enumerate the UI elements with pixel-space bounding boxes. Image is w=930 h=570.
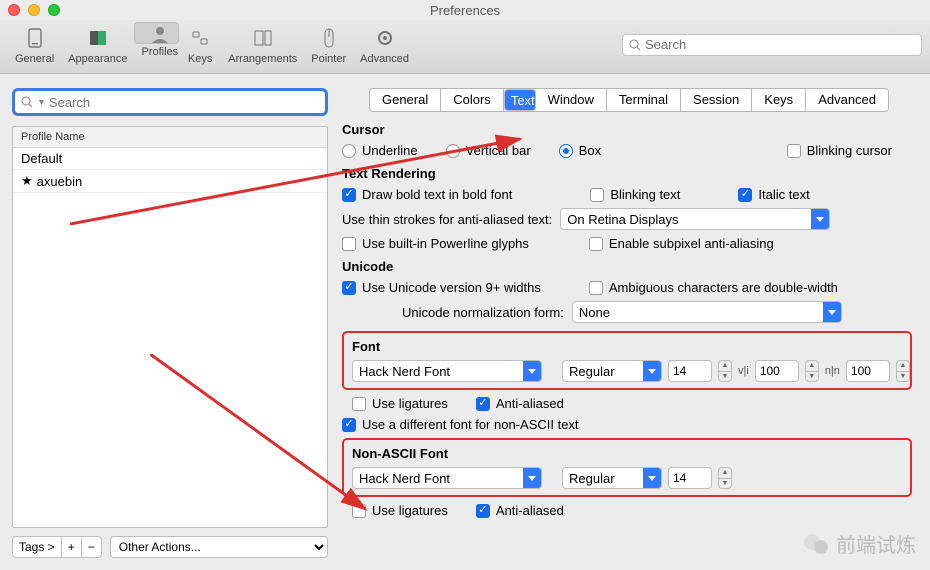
nonascii-size-stepper[interactable]: ▲▼ [718, 467, 732, 489]
toolbar: General Appearance Profiles Keys Arrange… [0, 20, 930, 74]
different-font-check[interactable]: Use a different font for non-ASCII text [342, 417, 579, 432]
toolbar-search-input[interactable] [645, 37, 915, 52]
profile-search-input[interactable] [49, 95, 319, 110]
bold-font-check[interactable]: Draw bold text in bold font [342, 187, 512, 202]
nonascii-highlight-box: Non-ASCII Font Hack Nerd Font Regular ▲▼ [342, 438, 912, 497]
italic-text-check[interactable]: Italic text [738, 187, 809, 202]
nonascii-size-input[interactable] [668, 467, 712, 489]
ligatures-check[interactable]: Use ligatures [352, 396, 448, 411]
font-vspace-input[interactable] [755, 360, 799, 382]
subpixel-check[interactable]: Enable subpixel anti-aliasing [589, 236, 774, 251]
blinking-text-check[interactable]: Blinking text [590, 187, 680, 202]
tb-arrangements[interactable]: Arrangements [221, 22, 304, 67]
search-icon [21, 96, 33, 108]
font-hspace-input[interactable] [846, 360, 890, 382]
tb-advanced[interactable]: Advanced [353, 22, 416, 67]
unicode-title: Unicode [342, 259, 912, 274]
toolbar-items: General Appearance Profiles Keys Arrange… [8, 22, 416, 67]
font-family-select[interactable]: Hack Nerd Font [352, 360, 542, 382]
preferences-window: Preferences General Appearance Profiles … [0, 0, 930, 570]
cursor-section: Cursor Underline Vertical bar Box Blinki… [342, 122, 912, 158]
toolbar-search[interactable] [622, 34, 922, 56]
cursor-box-radio[interactable]: Box [559, 143, 601, 158]
sidebar: ▼ Profile Name Default ★axuebin Tags > +… [12, 88, 328, 558]
profile-list: Profile Name Default ★axuebin [12, 126, 328, 528]
unicode-widths-check[interactable]: Use Unicode version 9+ widths [342, 280, 541, 295]
add-profile-button[interactable]: + [62, 536, 82, 558]
profile-list-header: Profile Name [13, 127, 327, 148]
tab-window[interactable]: Window [536, 89, 607, 111]
tab-terminal[interactable]: Terminal [607, 89, 681, 111]
main-panel: General Colors Text Window Terminal Sess… [340, 88, 918, 558]
watermark: 前端试炼 [802, 529, 916, 558]
tab-general[interactable]: General [370, 89, 441, 111]
chevron-down-icon [523, 468, 541, 488]
titlebar: Preferences [0, 0, 930, 20]
text-rendering-title: Text Rendering [342, 166, 912, 181]
sidebar-footer: Tags > + − Other Actions... [12, 536, 328, 558]
chevron-down-icon [823, 302, 841, 322]
powerline-check[interactable]: Use built-in Powerline glyphs [342, 236, 529, 251]
chevron-down-icon [643, 468, 661, 488]
tb-profiles[interactable]: Profiles [134, 22, 179, 44]
chevron-down-icon [811, 209, 829, 229]
ambiguous-check[interactable]: Ambiguous characters are double-width [589, 280, 838, 295]
blinking-cursor-check[interactable]: Blinking cursor [787, 143, 892, 158]
nonascii-family-select[interactable]: Hack Nerd Font [352, 467, 542, 489]
wechat-icon [802, 530, 830, 558]
norm-label: Unicode normalization form: [402, 305, 564, 320]
unicode-section: Unicode Use Unicode version 9+ widths Am… [342, 259, 912, 323]
text-rendering-section: Text Rendering Draw bold text in bold fo… [342, 166, 912, 251]
tb-appearance[interactable]: Appearance [61, 22, 134, 67]
profile-row-default[interactable]: Default [13, 148, 327, 170]
antialiased-check[interactable]: Anti-aliased [476, 396, 564, 411]
font-hspace-stepper[interactable]: ▲▼ [896, 360, 910, 382]
font-size-input[interactable] [668, 360, 712, 382]
cursor-vertical-radio[interactable]: Vertical bar [446, 143, 531, 158]
font-highlight-box: Font Hack Nerd Font Regular ▲▼ v|i ▲▼ n|… [342, 331, 912, 390]
tab-advanced[interactable]: Advanced [806, 89, 888, 111]
tab-keys[interactable]: Keys [752, 89, 806, 111]
tb-general[interactable]: General [8, 22, 61, 67]
nonascii-ligatures-check[interactable]: Use ligatures [352, 503, 448, 518]
tab-text[interactable]: Text [504, 89, 536, 111]
norm-select[interactable]: None [572, 301, 842, 323]
font-weight-select[interactable]: Regular [562, 360, 662, 382]
settings-tabs: General Colors Text Window Terminal Sess… [369, 88, 889, 112]
cursor-title: Cursor [342, 122, 912, 137]
tab-colors[interactable]: Colors [441, 89, 504, 111]
font-size-stepper[interactable]: ▲▼ [718, 360, 732, 382]
profile-search-wrap: ▼ [12, 88, 328, 116]
tags-button[interactable]: Tags > [12, 536, 62, 558]
tb-keys[interactable]: Keys [179, 22, 221, 67]
tb-pointer[interactable]: Pointer [304, 22, 353, 67]
content: ▼ Profile Name Default ★axuebin Tags > +… [0, 74, 930, 570]
search-icon [629, 39, 641, 51]
font-vspace-stepper[interactable]: ▲▼ [805, 360, 819, 382]
settings-body: Cursor Underline Vertical bar Box Blinki… [340, 122, 918, 558]
nonascii-antialiased-check[interactable]: Anti-aliased [476, 503, 564, 518]
nonascii-title: Non-ASCII Font [352, 446, 902, 461]
remove-profile-button[interactable]: − [82, 536, 102, 558]
thin-strokes-select[interactable]: On Retina Displays [560, 208, 830, 230]
nonascii-weight-select[interactable]: Regular [562, 467, 662, 489]
thin-strokes-label: Use thin strokes for anti-aliased text: [342, 212, 552, 227]
chevron-down-icon [523, 361, 541, 381]
window-title: Preferences [0, 3, 930, 18]
tab-session[interactable]: Session [681, 89, 752, 111]
chevron-down-icon[interactable]: ▼ [37, 97, 46, 107]
star-icon: ★ [21, 173, 33, 189]
font-title: Font [352, 339, 902, 354]
cursor-underline-radio[interactable]: Underline [342, 143, 418, 158]
chevron-down-icon [643, 361, 661, 381]
other-actions-select[interactable]: Other Actions... [110, 536, 328, 558]
profile-row-axuebin[interactable]: ★axuebin [13, 170, 327, 193]
